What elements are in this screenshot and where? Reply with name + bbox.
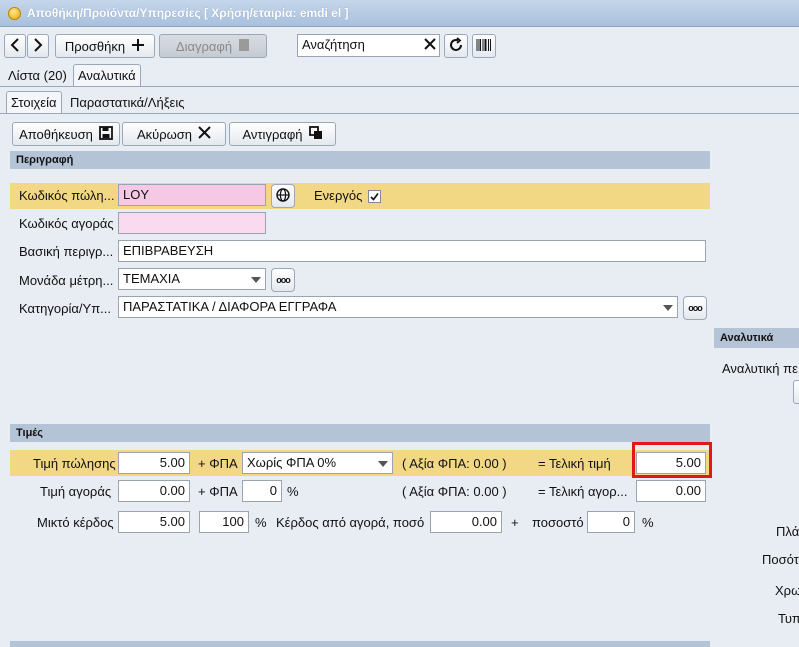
floppy-disk-icon — [99, 125, 113, 143]
search-input[interactable]: Αναζήτηση — [297, 34, 440, 57]
chevron-down-icon — [251, 277, 261, 283]
category-label: Κατηγορία/Υπ... — [19, 301, 112, 316]
final-price-label: = Τελική τιμή — [538, 456, 611, 471]
copy-button-label: Αντιγραφή — [242, 126, 303, 142]
barcode-icon — [476, 38, 492, 54]
chevron-right-icon — [33, 37, 43, 55]
tab-list[interactable]: Λίστα (20) — [4, 65, 71, 87]
buy-price-label: Τιμή αγοράς — [40, 484, 112, 499]
right-fragment-1: Πλά — [776, 524, 799, 539]
active-label: Ενεργός — [314, 188, 363, 203]
profit-from-buy-field[interactable]: 0.00 — [430, 511, 502, 533]
gross-profit-pct-field[interactable]: 100 — [199, 511, 249, 533]
buy-vat-percent-sign: % — [287, 484, 299, 499]
save-button[interactable]: Αποθήκευση — [12, 122, 120, 146]
right-fragment-2: Ποσότ — [762, 552, 799, 567]
window-title: Αποθήκη/Προϊόντα/Υπηρεσίες [ Χρήση/εταιρ… — [27, 6, 349, 20]
vat-amount-sale: ( Αξία ΦΠΑ: 0.00 ) — [402, 456, 507, 471]
gross-profit-label: Μικτό κέρδος — [37, 515, 114, 530]
copy-button[interactable]: Αντιγραφή — [229, 122, 336, 146]
more-options-icon: ooo — [688, 303, 702, 313]
close-icon — [198, 126, 211, 142]
right-panel-header: Αναλυτικά — [714, 328, 799, 348]
unit-label: Μονάδα μέτρη... — [19, 273, 114, 288]
gross-profit-field[interactable]: 5.00 — [118, 511, 190, 533]
right-analytic-label: Αναλυτική πε — [722, 361, 798, 376]
cancel-button[interactable]: Ακύρωση — [122, 122, 226, 146]
prices-section-header: Τιμές — [10, 424, 710, 442]
refresh-button[interactable] — [444, 34, 468, 58]
back-button[interactable] — [4, 34, 26, 58]
vat-amount-buy: ( Αξία ΦΠΑ: 0.00 ) — [402, 484, 507, 499]
vat-select-value: Χωρίς ΦΠΑ 0% — [247, 455, 337, 470]
save-button-label: Αποθήκευση — [19, 126, 93, 142]
percentage-field[interactable]: 0 — [587, 511, 635, 533]
unit-select-value: ΤΕΜΑΧΙΑ — [123, 271, 181, 286]
delete-button-label: Διαγραφή — [175, 38, 233, 54]
refresh-icon — [448, 36, 464, 56]
right-fragment-3: Χρω — [775, 583, 799, 598]
category-select-value: ΠΑΡΑΣΤΑΤΙΚΑ / ΔΙΑΦΟΡΑ ΕΓΓΡΑΦΑ — [123, 299, 337, 314]
unit-select[interactable]: ΤΕΜΑΧΙΑ — [118, 268, 266, 290]
subtab-divider — [0, 113, 799, 114]
final-price-field[interactable]: 5.00 — [636, 452, 706, 474]
tab-detail[interactable]: Αναλυτικά — [73, 64, 141, 86]
tab-divider — [0, 86, 799, 87]
add-button-label: Προσθήκη — [64, 38, 126, 54]
clear-search-icon[interactable] — [424, 38, 436, 53]
description-section-header: Περιγραφή — [10, 151, 710, 169]
buy-code-field[interactable] — [118, 212, 266, 234]
cancel-button-label: Ακύρωση — [136, 126, 193, 142]
right-panel-button[interactable] — [793, 380, 799, 404]
right-fragment-4: Τυπ — [778, 611, 799, 626]
trash-icon — [238, 38, 250, 55]
add-button[interactable]: Προσθήκη — [55, 34, 155, 58]
sale-code-label: Κωδικός πώλη... — [19, 188, 115, 203]
buy-code-label: Κωδικός αγοράς — [19, 216, 114, 231]
more-options-icon: ooo — [276, 275, 290, 285]
chevron-down-icon — [663, 305, 673, 311]
plus-sign: + — [511, 515, 519, 530]
vat-select[interactable]: Χωρίς ΦΠΑ 0% — [242, 452, 393, 474]
chevron-down-icon — [378, 461, 388, 467]
barcode-button[interactable] — [472, 34, 496, 58]
copy-icon — [308, 125, 323, 143]
sale-price-label: Τιμή πώλησης — [33, 456, 116, 471]
vat-label: + ΦΠΑ — [198, 456, 238, 471]
profit-from-buy-label: Κέρδος από αγορά, ποσό — [276, 515, 425, 530]
buy-price-field[interactable]: 0.00 — [118, 480, 190, 502]
globe-icon — [276, 188, 290, 204]
percentage-percent-sign: % — [642, 515, 654, 530]
plus-icon — [131, 38, 145, 55]
gross-profit-percent-sign: % — [255, 515, 267, 530]
percentage-label: ποσοστό — [532, 515, 584, 530]
unit-more-button[interactable]: ooo — [271, 268, 295, 292]
active-checkbox[interactable] — [368, 190, 381, 203]
category-more-button[interactable]: ooo — [683, 296, 707, 320]
buy-vat-field[interactable]: 0 — [242, 480, 282, 502]
basic-desc-field[interactable]: ΕΠΙΒΡΑΒΕΥΣΗ — [118, 240, 706, 262]
tab-info[interactable]: Στοιχεία — [6, 91, 62, 113]
app-logo-icon — [8, 7, 21, 20]
delete-button[interactable]: Διαγραφή — [159, 34, 267, 58]
category-select[interactable]: ΠΑΡΑΣΤΑΤΙΚΑ / ΔΙΑΦΟΡΑ ΕΓΓΡΑΦΑ — [118, 296, 678, 318]
basic-desc-label: Βασική περιγρ... — [19, 244, 114, 259]
final-buy-field[interactable]: 0.00 — [636, 480, 706, 502]
final-buy-label: = Τελική αγορ... — [538, 484, 628, 499]
chevron-left-icon — [10, 37, 20, 55]
sale-code-field[interactable]: LOY — [118, 184, 266, 206]
next-section-header — [10, 641, 710, 647]
forward-button[interactable] — [27, 34, 49, 58]
search-input-value: Αναζήτηση — [302, 37, 365, 52]
buy-vat-label: + ΦΠΑ — [198, 484, 238, 499]
globe-button[interactable] — [271, 184, 295, 208]
tab-documents[interactable]: Παραστατικά/Λήξεις — [66, 92, 188, 114]
sale-price-field[interactable]: 5.00 — [118, 452, 190, 474]
